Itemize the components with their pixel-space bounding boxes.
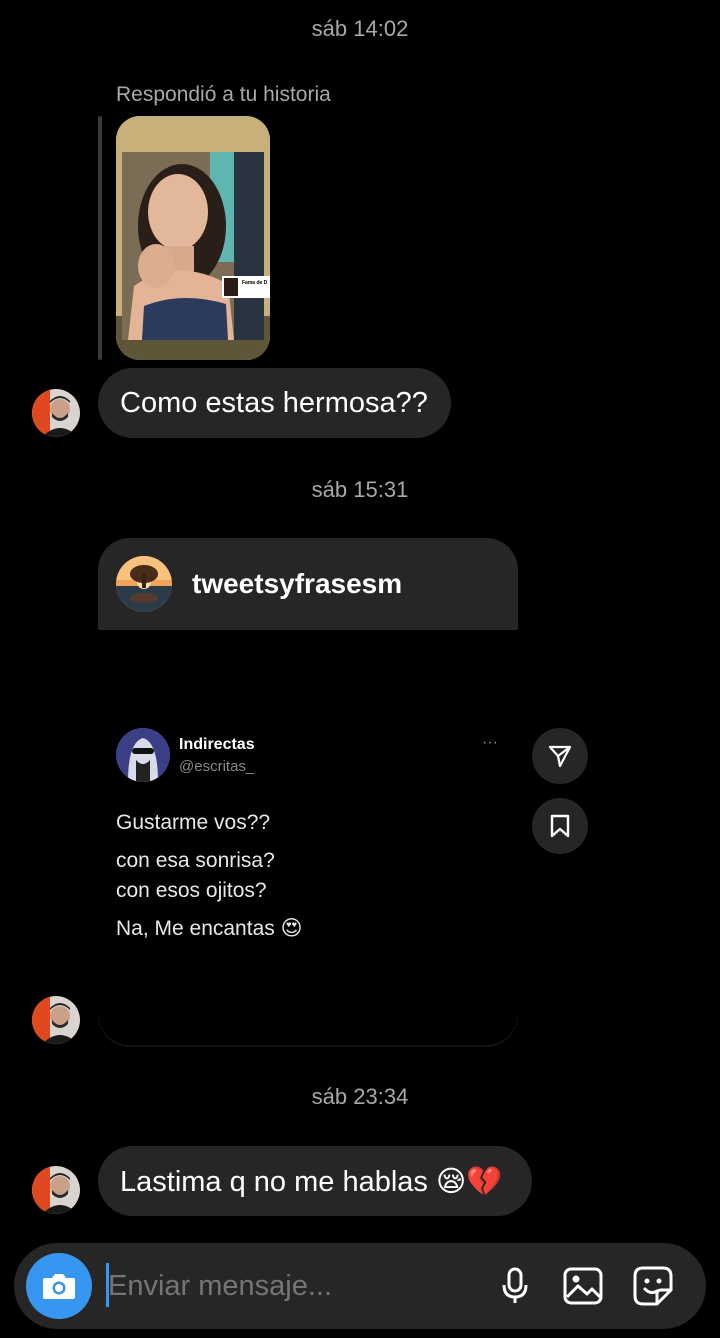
sticker-button[interactable]: [630, 1263, 676, 1309]
share-button[interactable]: [532, 728, 588, 784]
message-text: Lastima q no me hablas 😪💔: [120, 1165, 503, 1198]
tweet-avatar: [116, 728, 170, 782]
avatar-image: [32, 996, 80, 1044]
shared-account-avatar: [116, 556, 172, 612]
share-icon: [548, 745, 572, 768]
gallery-button[interactable]: [560, 1263, 606, 1309]
story-reply-label: Respondió a tu historia: [116, 83, 331, 106]
avatar-image: [32, 1166, 80, 1214]
avatar-image: [32, 389, 80, 437]
sunset-tree-image: [116, 556, 172, 612]
tweet-line: con esa sonrisa?: [116, 849, 275, 872]
tweet-author-name: Indirectas: [179, 736, 255, 753]
timestamp: sáb 14:02: [311, 16, 409, 41]
tweet-line: con esos ojitos?: [116, 879, 267, 902]
avatar[interactable]: [32, 1166, 80, 1214]
gallery-icon: [563, 1267, 603, 1305]
timestamp: sáb 23:34: [311, 1084, 409, 1109]
story-thumb-caption: Fama de D: [242, 280, 268, 286]
shared-post-media[interactable]: Indirectas @escritas_ ··· Gustarme vos??…: [98, 630, 518, 1045]
story-image: [116, 116, 270, 360]
avatar[interactable]: [32, 996, 80, 1044]
more-icon: ···: [482, 734, 498, 751]
sticker-icon: [633, 1266, 673, 1306]
camera-button[interactable]: [26, 1253, 92, 1319]
message-composer: [14, 1243, 706, 1329]
microphone-icon: [502, 1267, 528, 1303]
tweet-body: Gustarme vos?? con esa sonrisa? con esos…: [116, 808, 302, 944]
story-thumbnail[interactable]: Fama de D: [116, 116, 270, 360]
tweet-handle: @escritas_: [179, 758, 255, 775]
save-icon: [550, 814, 570, 838]
tweet-line: Na, Me encantas 😍: [116, 917, 303, 940]
message-text: Como estas hermosa??: [120, 386, 428, 419]
shared-account-name[interactable]: tweetsyfrasesm: [192, 568, 402, 600]
shared-post-header[interactable]: tweetsyfrasesm: [98, 538, 518, 630]
message-bubble[interactable]: Como estas hermosa??: [98, 368, 451, 438]
voice-button[interactable]: [492, 1263, 538, 1309]
avatar[interactable]: [32, 389, 80, 437]
message-bubble[interactable]: Lastima q no me hablas 😪💔: [98, 1146, 532, 1216]
hooded-figure-image: [116, 728, 170, 782]
camera-icon: [43, 1274, 75, 1299]
save-button[interactable]: [532, 798, 588, 854]
message-input[interactable]: [108, 1263, 468, 1309]
tweet-line: Gustarme vos??: [116, 811, 271, 834]
reply-indicator-bar: [98, 116, 102, 360]
timestamp: sáb 15:31: [311, 477, 409, 502]
